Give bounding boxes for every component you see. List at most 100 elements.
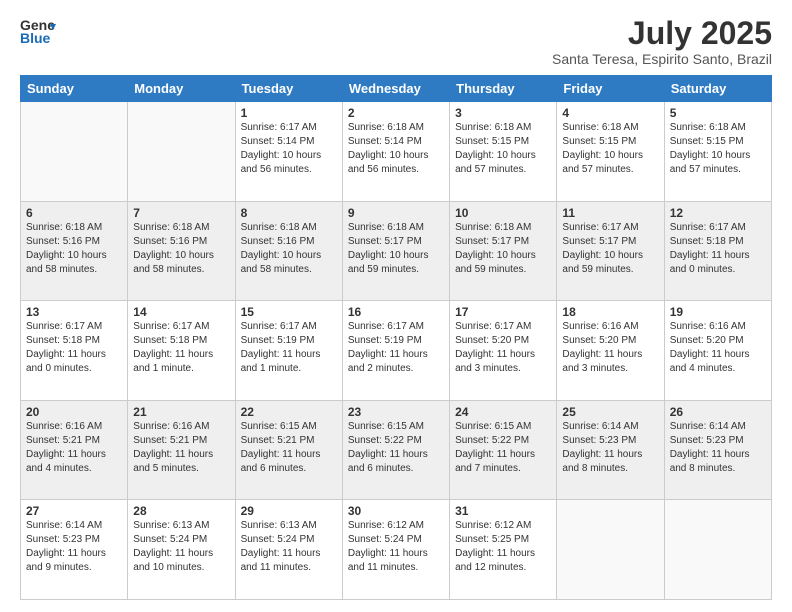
calendar-row: 20Sunrise: 6:16 AMSunset: 5:21 PMDayligh… xyxy=(21,400,772,500)
day-info: Sunrise: 6:18 AMSunset: 5:15 PMDaylight:… xyxy=(455,121,551,177)
calendar-header-row: Sunday Monday Tuesday Wednesday Thursday… xyxy=(21,76,772,102)
day-info: Sunrise: 6:17 AMSunset: 5:18 PMDaylight:… xyxy=(26,320,122,376)
table-row: 17Sunrise: 6:17 AMSunset: 5:20 PMDayligh… xyxy=(450,301,557,401)
table-row: 14Sunrise: 6:17 AMSunset: 5:18 PMDayligh… xyxy=(128,301,235,401)
logo: General Blue xyxy=(20,16,56,46)
table-row: 19Sunrise: 6:16 AMSunset: 5:20 PMDayligh… xyxy=(664,301,771,401)
table-row: 1Sunrise: 6:17 AMSunset: 5:14 PMDaylight… xyxy=(235,102,342,202)
day-info: Sunrise: 6:12 AMSunset: 5:25 PMDaylight:… xyxy=(455,519,551,575)
day-info: Sunrise: 6:14 AMSunset: 5:23 PMDaylight:… xyxy=(562,420,658,476)
table-row: 7Sunrise: 6:18 AMSunset: 5:16 PMDaylight… xyxy=(128,201,235,301)
day-number: 27 xyxy=(26,504,122,518)
table-row: 31Sunrise: 6:12 AMSunset: 5:25 PMDayligh… xyxy=(450,500,557,600)
calendar-table: Sunday Monday Tuesday Wednesday Thursday… xyxy=(20,75,772,600)
day-info: Sunrise: 6:16 AMSunset: 5:21 PMDaylight:… xyxy=(133,420,229,476)
day-number: 18 xyxy=(562,305,658,319)
day-number: 10 xyxy=(455,206,551,220)
day-number: 5 xyxy=(670,106,766,120)
day-info: Sunrise: 6:18 AMSunset: 5:16 PMDaylight:… xyxy=(133,221,229,277)
table-row: 18Sunrise: 6:16 AMSunset: 5:20 PMDayligh… xyxy=(557,301,664,401)
day-info: Sunrise: 6:16 AMSunset: 5:20 PMDaylight:… xyxy=(670,320,766,376)
table-row: 20Sunrise: 6:16 AMSunset: 5:21 PMDayligh… xyxy=(21,400,128,500)
table-row: 25Sunrise: 6:14 AMSunset: 5:23 PMDayligh… xyxy=(557,400,664,500)
table-row: 26Sunrise: 6:14 AMSunset: 5:23 PMDayligh… xyxy=(664,400,771,500)
day-number: 26 xyxy=(670,405,766,419)
day-number: 9 xyxy=(348,206,444,220)
day-info: Sunrise: 6:16 AMSunset: 5:20 PMDaylight:… xyxy=(562,320,658,376)
table-row: 29Sunrise: 6:13 AMSunset: 5:24 PMDayligh… xyxy=(235,500,342,600)
table-row: 10Sunrise: 6:18 AMSunset: 5:17 PMDayligh… xyxy=(450,201,557,301)
day-number: 29 xyxy=(241,504,337,518)
day-info: Sunrise: 6:18 AMSunset: 5:14 PMDaylight:… xyxy=(348,121,444,177)
day-number: 30 xyxy=(348,504,444,518)
table-row: 30Sunrise: 6:12 AMSunset: 5:24 PMDayligh… xyxy=(342,500,449,600)
day-number: 16 xyxy=(348,305,444,319)
table-row: 6Sunrise: 6:18 AMSunset: 5:16 PMDaylight… xyxy=(21,201,128,301)
day-info: Sunrise: 6:17 AMSunset: 5:20 PMDaylight:… xyxy=(455,320,551,376)
day-info: Sunrise: 6:17 AMSunset: 5:14 PMDaylight:… xyxy=(241,121,337,177)
day-info: Sunrise: 6:13 AMSunset: 5:24 PMDaylight:… xyxy=(133,519,229,575)
col-friday: Friday xyxy=(557,76,664,102)
table-row: 27Sunrise: 6:14 AMSunset: 5:23 PMDayligh… xyxy=(21,500,128,600)
col-tuesday: Tuesday xyxy=(235,76,342,102)
location-subtitle: Santa Teresa, Espirito Santo, Brazil xyxy=(552,51,772,67)
title-section: July 2025 Santa Teresa, Espirito Santo, … xyxy=(552,16,772,67)
page: General Blue July 2025 Santa Teresa, Esp… xyxy=(0,0,792,612)
day-number: 14 xyxy=(133,305,229,319)
table-row: 8Sunrise: 6:18 AMSunset: 5:16 PMDaylight… xyxy=(235,201,342,301)
day-number: 31 xyxy=(455,504,551,518)
day-number: 2 xyxy=(348,106,444,120)
day-number: 12 xyxy=(670,206,766,220)
table-row: 28Sunrise: 6:13 AMSunset: 5:24 PMDayligh… xyxy=(128,500,235,600)
day-number: 6 xyxy=(26,206,122,220)
table-row: 5Sunrise: 6:18 AMSunset: 5:15 PMDaylight… xyxy=(664,102,771,202)
day-number: 20 xyxy=(26,405,122,419)
day-info: Sunrise: 6:18 AMSunset: 5:16 PMDaylight:… xyxy=(26,221,122,277)
day-info: Sunrise: 6:18 AMSunset: 5:16 PMDaylight:… xyxy=(241,221,337,277)
calendar-row: 13Sunrise: 6:17 AMSunset: 5:18 PMDayligh… xyxy=(21,301,772,401)
day-info: Sunrise: 6:16 AMSunset: 5:21 PMDaylight:… xyxy=(26,420,122,476)
day-number: 23 xyxy=(348,405,444,419)
table-row xyxy=(21,102,128,202)
day-number: 4 xyxy=(562,106,658,120)
day-info: Sunrise: 6:15 AMSunset: 5:22 PMDaylight:… xyxy=(455,420,551,476)
table-row xyxy=(557,500,664,600)
day-number: 21 xyxy=(133,405,229,419)
day-info: Sunrise: 6:18 AMSunset: 5:17 PMDaylight:… xyxy=(348,221,444,277)
table-row: 9Sunrise: 6:18 AMSunset: 5:17 PMDaylight… xyxy=(342,201,449,301)
col-sunday: Sunday xyxy=(21,76,128,102)
table-row: 21Sunrise: 6:16 AMSunset: 5:21 PMDayligh… xyxy=(128,400,235,500)
table-row: 23Sunrise: 6:15 AMSunset: 5:22 PMDayligh… xyxy=(342,400,449,500)
day-info: Sunrise: 6:18 AMSunset: 5:15 PMDaylight:… xyxy=(670,121,766,177)
day-number: 17 xyxy=(455,305,551,319)
table-row: 15Sunrise: 6:17 AMSunset: 5:19 PMDayligh… xyxy=(235,301,342,401)
table-row: 2Sunrise: 6:18 AMSunset: 5:14 PMDaylight… xyxy=(342,102,449,202)
day-number: 11 xyxy=(562,206,658,220)
table-row: 13Sunrise: 6:17 AMSunset: 5:18 PMDayligh… xyxy=(21,301,128,401)
day-info: Sunrise: 6:17 AMSunset: 5:18 PMDaylight:… xyxy=(670,221,766,277)
day-number: 19 xyxy=(670,305,766,319)
day-number: 3 xyxy=(455,106,551,120)
day-info: Sunrise: 6:17 AMSunset: 5:19 PMDaylight:… xyxy=(348,320,444,376)
day-info: Sunrise: 6:13 AMSunset: 5:24 PMDaylight:… xyxy=(241,519,337,575)
month-year-title: July 2025 xyxy=(552,16,772,51)
day-number: 24 xyxy=(455,405,551,419)
table-row: 22Sunrise: 6:15 AMSunset: 5:21 PMDayligh… xyxy=(235,400,342,500)
day-info: Sunrise: 6:17 AMSunset: 5:17 PMDaylight:… xyxy=(562,221,658,277)
day-number: 1 xyxy=(241,106,337,120)
table-row: 16Sunrise: 6:17 AMSunset: 5:19 PMDayligh… xyxy=(342,301,449,401)
day-number: 28 xyxy=(133,504,229,518)
table-row: 12Sunrise: 6:17 AMSunset: 5:18 PMDayligh… xyxy=(664,201,771,301)
day-info: Sunrise: 6:12 AMSunset: 5:24 PMDaylight:… xyxy=(348,519,444,575)
calendar-row: 1Sunrise: 6:17 AMSunset: 5:14 PMDaylight… xyxy=(21,102,772,202)
col-monday: Monday xyxy=(128,76,235,102)
day-number: 22 xyxy=(241,405,337,419)
day-info: Sunrise: 6:14 AMSunset: 5:23 PMDaylight:… xyxy=(26,519,122,575)
day-info: Sunrise: 6:17 AMSunset: 5:18 PMDaylight:… xyxy=(133,320,229,376)
day-info: Sunrise: 6:15 AMSunset: 5:21 PMDaylight:… xyxy=(241,420,337,476)
col-saturday: Saturday xyxy=(664,76,771,102)
calendar-row: 27Sunrise: 6:14 AMSunset: 5:23 PMDayligh… xyxy=(21,500,772,600)
table-row xyxy=(128,102,235,202)
col-wednesday: Wednesday xyxy=(342,76,449,102)
day-info: Sunrise: 6:18 AMSunset: 5:15 PMDaylight:… xyxy=(562,121,658,177)
